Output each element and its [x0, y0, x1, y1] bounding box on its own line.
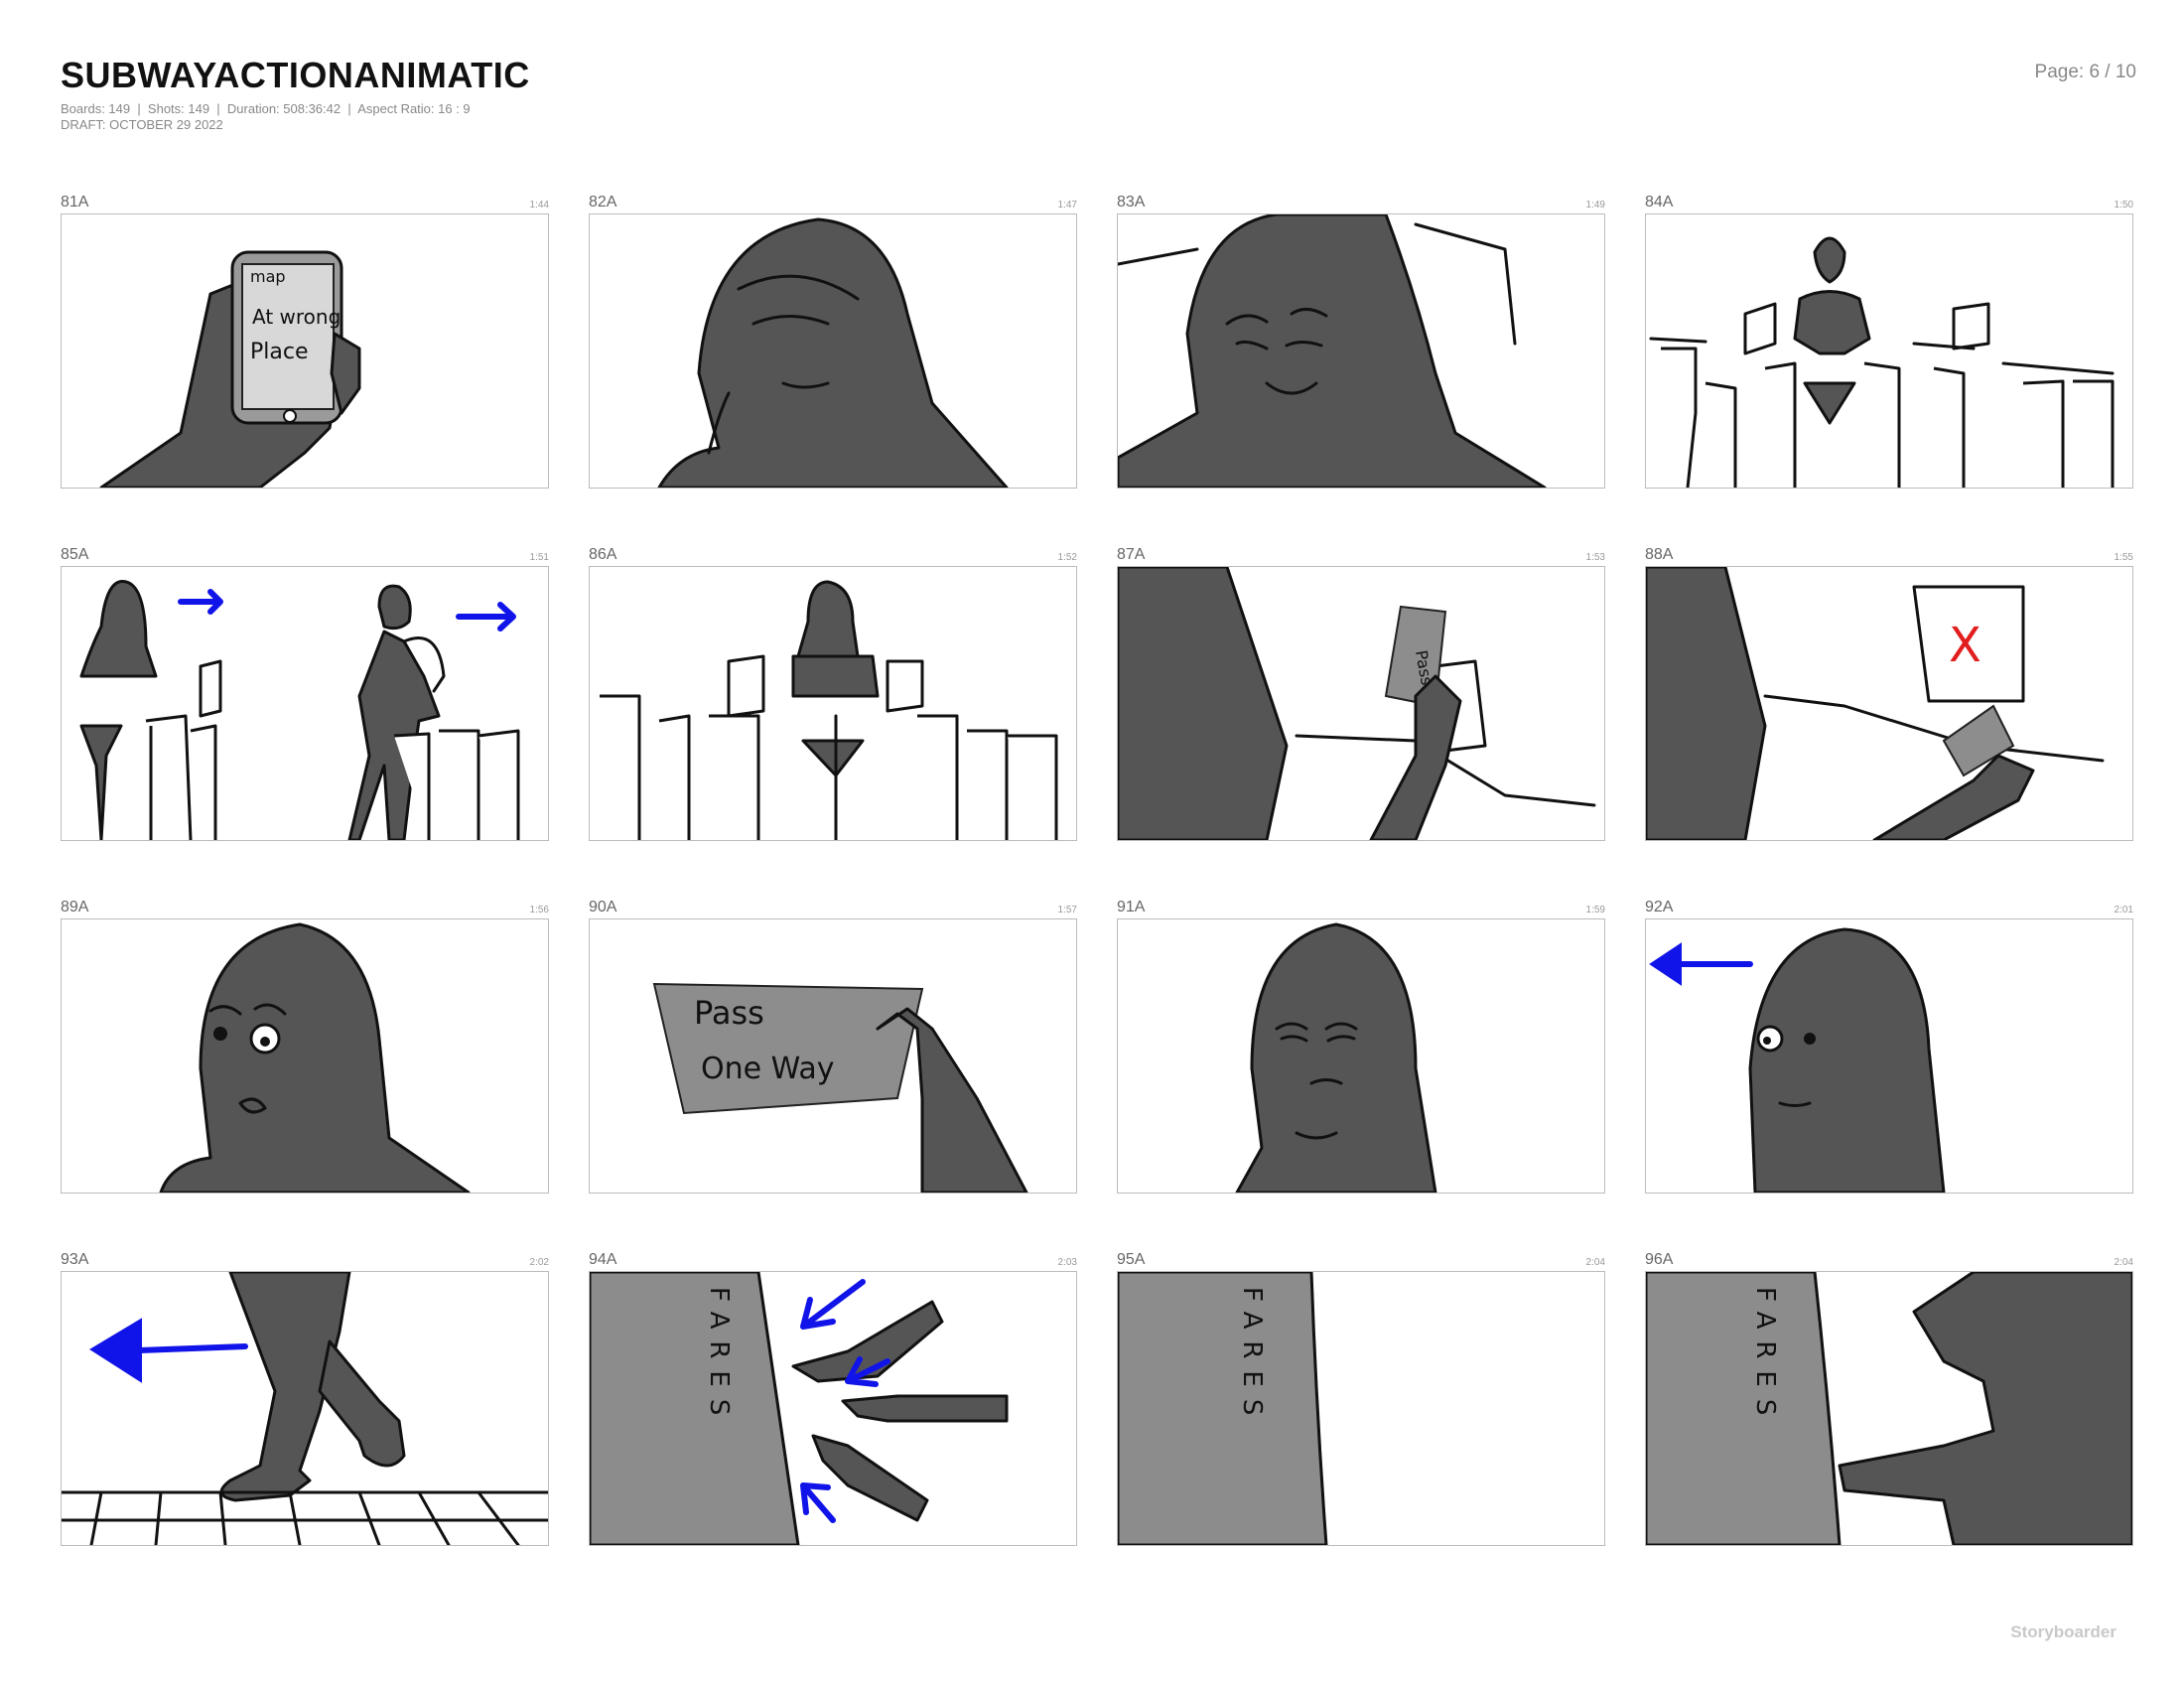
- board-82A[interactable]: 82A 1:47: [589, 194, 1077, 489]
- board-85A[interactable]: 85A 1:51: [61, 546, 549, 841]
- board-91A[interactable]: 91A 1:59: [1117, 899, 1605, 1194]
- pass-title: Pass: [694, 994, 764, 1032]
- board-panel: Pass: [1117, 566, 1605, 841]
- board-panel: [589, 566, 1077, 841]
- board-number: 90A: [589, 899, 617, 915]
- board-time: 1:52: [1057, 552, 1077, 563]
- board-number: 85A: [61, 546, 89, 563]
- denied-x-mark: X: [1949, 618, 1981, 673]
- document-stats: Boards: 149 | Shots: 149 | Duration: 508…: [61, 101, 471, 116]
- board-time: 1:55: [2114, 552, 2133, 563]
- board-number: 84A: [1645, 194, 1674, 211]
- board-time: 1:56: [529, 905, 549, 915]
- board-panel: FARES: [1645, 1271, 2133, 1546]
- fares-sign: FARES: [704, 1287, 734, 1427]
- phone-text-3: Place: [250, 340, 309, 364]
- board-time: 1:51: [529, 552, 549, 563]
- board-panel: [61, 1271, 549, 1546]
- board-88A[interactable]: 88A 1:55 X: [1645, 546, 2133, 841]
- tap-pass-sketch: Pass: [1118, 567, 1596, 840]
- girl-surprised-sketch: [159, 922, 471, 1193]
- board-time: 1:47: [1057, 200, 1077, 211]
- board-time: 2:01: [2114, 905, 2133, 915]
- board-92A[interactable]: 92A 2:01: [1645, 899, 2133, 1194]
- phone-text-1: map: [250, 267, 286, 286]
- board-86A[interactable]: 86A 1:52: [589, 546, 1077, 841]
- girl-worried-sketch: [1235, 922, 1437, 1193]
- board-93A[interactable]: 93A 2:02: [61, 1251, 549, 1546]
- board-time: 1:59: [1585, 905, 1605, 915]
- board-number: 83A: [1117, 194, 1146, 211]
- one-way-pass-sketch: Pass One Way: [652, 982, 1028, 1193]
- board-number: 88A: [1645, 546, 1674, 563]
- character-head-down-sketch: [657, 217, 1009, 488]
- board-panel: FARES: [589, 1271, 1077, 1546]
- board-time: 2:02: [529, 1257, 549, 1268]
- fares-sign: FARES: [1237, 1287, 1267, 1427]
- board-time: 1:53: [1585, 552, 1605, 563]
- board-panel: [61, 918, 549, 1194]
- fares-sign-sketch: FARES: [1118, 1272, 1328, 1545]
- board-panel: [1117, 213, 1605, 489]
- board-panel: map At wrong Place: [61, 213, 549, 489]
- walking-feet-sketch: [62, 1272, 548, 1545]
- pass-subtitle: One Way: [701, 1052, 835, 1086]
- pass-denied-sketch: X: [1646, 567, 2105, 840]
- board-panel: Pass One Way: [589, 918, 1077, 1194]
- board-94A[interactable]: 94A 2:03 FARES: [589, 1251, 1077, 1546]
- board-time: 1:49: [1585, 200, 1605, 211]
- board-time: 2:03: [1057, 1257, 1077, 1268]
- board-panel: FARES: [1117, 1271, 1605, 1546]
- girl-look-left-sketch: [1649, 927, 1946, 1193]
- girl-at-turnstiles-sketch: [600, 580, 1058, 840]
- board-84A[interactable]: 84A 1:50: [1645, 194, 2133, 489]
- board-87A[interactable]: 87A 1:53 Pass: [1117, 546, 1605, 841]
- board-number: 86A: [589, 546, 617, 563]
- board-panel: [1117, 918, 1605, 1194]
- board-time: 1:57: [1057, 905, 1077, 915]
- board-96A[interactable]: 96A 2:04 FARES: [1645, 1251, 2133, 1546]
- fares-sign: FARES: [1750, 1287, 1780, 1427]
- board-number: 91A: [1117, 899, 1146, 915]
- board-83A[interactable]: 83A 1:49: [1117, 194, 1605, 489]
- board-81A[interactable]: 81A 1:44 map At wrong Place: [61, 194, 549, 489]
- fares-pointing-hands-sketch: FARES: [590, 1272, 1009, 1545]
- phone-sketch: map At wrong Place: [99, 250, 361, 488]
- board-number: 81A: [61, 194, 89, 211]
- board-number: 92A: [1645, 899, 1674, 915]
- board-number: 96A: [1645, 1251, 1674, 1268]
- storyboarder-brand: Storyboarder: [2010, 1622, 2116, 1641]
- board-panel: X: [1645, 566, 2133, 841]
- board-90A[interactable]: 90A 1:57 Pass One Way: [589, 899, 1077, 1194]
- draft-date: DRAFT: OCTOBER 29 2022: [61, 116, 223, 132]
- board-time: 2:04: [1585, 1257, 1605, 1268]
- board-number: 89A: [61, 899, 89, 915]
- board-number: 94A: [589, 1251, 617, 1268]
- walking-turnstiles-sketch: [79, 580, 520, 840]
- board-time: 2:04: [2114, 1257, 2133, 1268]
- document-title: SUBWAYACTIONANIMATIC: [61, 55, 530, 95]
- board-number: 87A: [1117, 546, 1146, 563]
- board-panel: [61, 566, 549, 841]
- board-89A[interactable]: 89A 1:56: [61, 899, 549, 1194]
- board-number: 82A: [589, 194, 617, 211]
- page-number: Page: 6 / 10: [2034, 62, 2136, 82]
- board-number: 93A: [61, 1251, 89, 1268]
- board-panel: [1645, 918, 2133, 1194]
- document-header: SUBWAYACTIONANIMATIC Boards: 149 | Shots…: [61, 58, 530, 132]
- turnstiles-person-sketch: [1649, 236, 2115, 488]
- board-panel: [1645, 213, 2133, 489]
- board-time: 1:50: [2114, 200, 2133, 211]
- board-number: 95A: [1117, 1251, 1146, 1268]
- phone-text-2: At wrong: [252, 305, 341, 329]
- board-time: 1:44: [529, 200, 549, 211]
- board-95A[interactable]: 95A 2:04 FARES: [1117, 1251, 1605, 1546]
- document-meta: Boards: 149 | Shots: 149 | Duration: 508…: [61, 101, 530, 132]
- storyboard-grid: 81A 1:44 map At wrong Place 82A 1:47 83A…: [61, 194, 2135, 1554]
- fares-person-sketch: FARES: [1646, 1272, 2132, 1545]
- character-sad-closeup-sketch: [1118, 214, 1547, 488]
- board-panel: [589, 213, 1077, 489]
